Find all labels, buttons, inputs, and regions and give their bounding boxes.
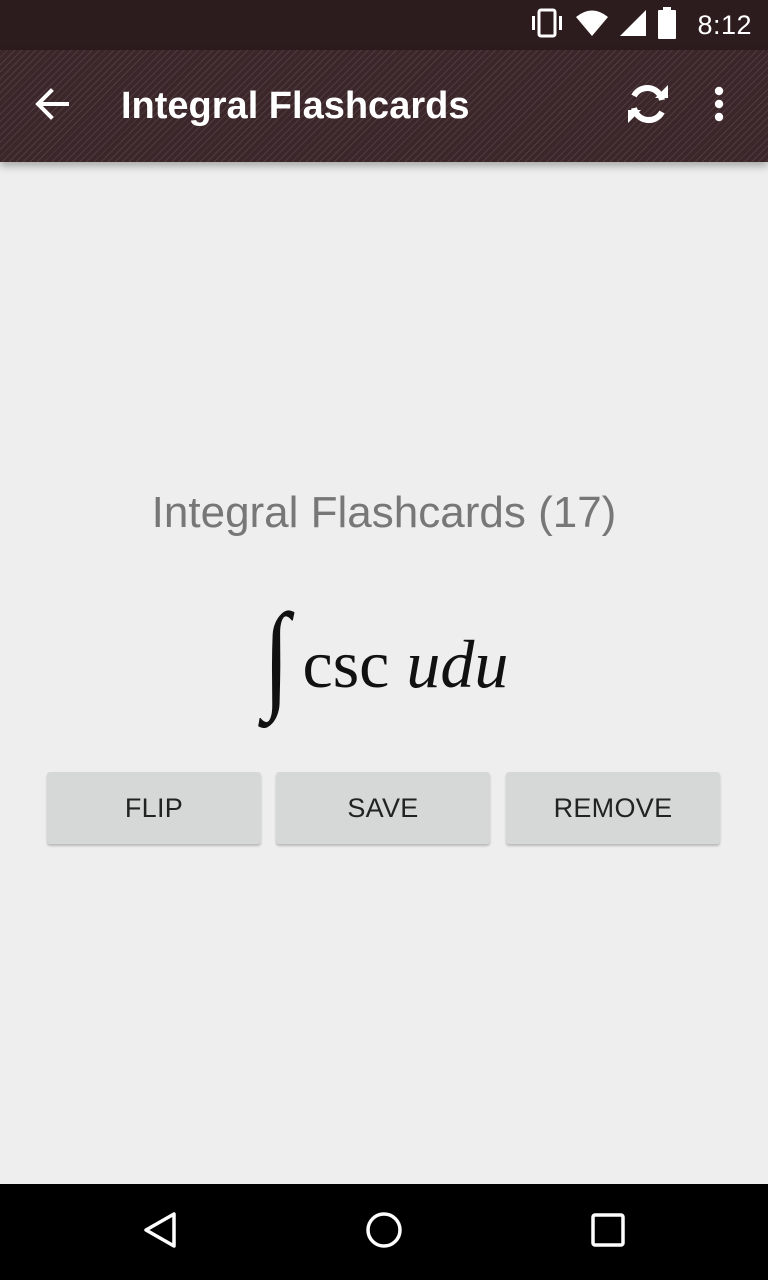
status-icons: 8:12 — [529, 0, 752, 50]
back-button[interactable] — [24, 78, 80, 134]
nav-back-button[interactable] — [130, 1202, 190, 1262]
remove-button[interactable]: REMOVE — [506, 772, 720, 844]
more-vert-icon — [713, 86, 725, 127]
integral-symbol: ∫ — [262, 589, 290, 722]
status-time: 8:12 — [697, 9, 752, 40]
nav-recents-button[interactable] — [578, 1202, 638, 1262]
sync-icon — [624, 80, 672, 133]
overflow-menu-button[interactable] — [694, 78, 744, 134]
nav-home-button[interactable] — [354, 1202, 414, 1262]
formula-variable: udu — [406, 625, 509, 702]
status-bar: 8:12 — [0, 0, 768, 50]
integrand: csc udu — [303, 625, 509, 704]
battery-icon — [657, 6, 677, 44]
flashcard-formula[interactable]: ∫ csc udu — [0, 595, 768, 725]
nav-back-icon — [140, 1210, 180, 1255]
arrow-back-icon — [34, 86, 70, 127]
formula-function: csc — [302, 625, 390, 702]
vibrate-icon — [529, 8, 565, 43]
deck-title: Integral Flashcards (17) — [151, 488, 617, 537]
save-button[interactable]: SAVE — [276, 772, 490, 844]
page-title: Integral Flashcards — [121, 85, 470, 127]
navigation-bar — [0, 1184, 768, 1280]
app-bar: Integral Flashcards — [0, 50, 768, 162]
flip-button[interactable]: FLIP — [47, 772, 261, 844]
wifi-icon — [575, 8, 609, 43]
nav-recents-icon — [588, 1210, 628, 1255]
action-buttons: FLIP SAVE REMOVE — [47, 772, 720, 846]
nav-home-icon — [364, 1210, 404, 1255]
signal-icon — [619, 9, 647, 42]
sync-button[interactable] — [620, 78, 676, 134]
